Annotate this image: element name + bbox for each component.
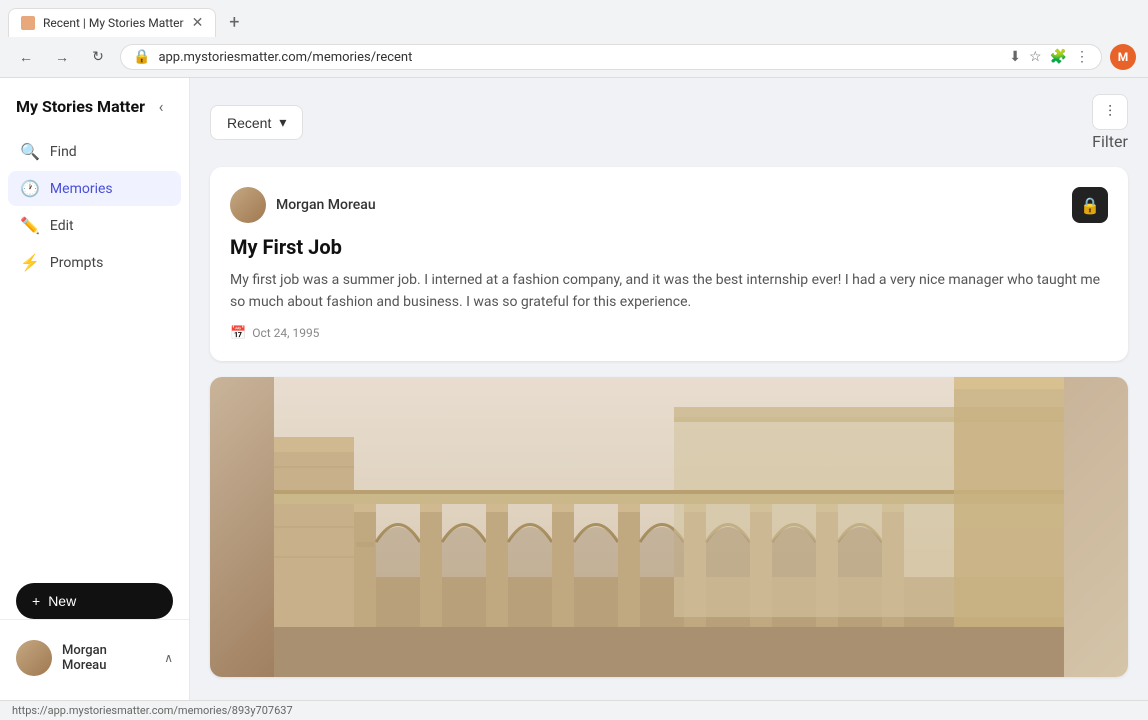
lock-secure-icon: 🔒 xyxy=(133,49,150,65)
status-url: https://app.mystoriesmatter.com/memories… xyxy=(12,704,293,717)
sidebar-title: My Stories Matter xyxy=(16,97,145,116)
new-button-plus-icon: + xyxy=(32,593,40,609)
user-name-line1: Morgan xyxy=(62,643,107,658)
filter-icon-wrapper: ⫶ xyxy=(1092,94,1128,130)
memories-icon: 🕐 xyxy=(20,179,40,198)
status-bar: https://app.mystoriesmatter.com/memories… xyxy=(0,700,1148,720)
sidebar: My Stories Matter ‹ 🔍 Find 🕐 Memories ✏️… xyxy=(0,78,190,700)
address-bar-icons: ⬇ ☆ 🧩 ⋮ xyxy=(1009,49,1089,65)
tab-close-button[interactable]: ✕ xyxy=(192,15,204,31)
lock-button[interactable]: 🔒 xyxy=(1072,187,1108,223)
author-avatar xyxy=(230,187,266,223)
browser-chrome: Recent | My Stories Matter ✕ + ← → ↻ 🔒 a… xyxy=(0,0,1148,78)
story-card-my-first-job[interactable]: Morgan Moreau 🔒 My First Job My first jo… xyxy=(210,167,1128,361)
new-button[interactable]: + New xyxy=(16,583,173,619)
app-container: My Stories Matter ‹ 🔍 Find 🕐 Memories ✏️… xyxy=(0,78,1148,700)
architecture-image xyxy=(210,377,1128,677)
user-profile[interactable]: Morgan Moreau ∧ xyxy=(12,632,177,684)
author-name: Morgan Moreau xyxy=(276,197,376,213)
address-bar[interactable]: 🔒 app.mystoriesmatter.com/memories/recen… xyxy=(120,44,1102,70)
user-avatar-image xyxy=(16,640,52,676)
sidebar-item-edit[interactable]: ✏️ Edit xyxy=(8,208,181,243)
profile-button[interactable]: M xyxy=(1110,44,1136,70)
author-avatar-image xyxy=(230,187,266,223)
tab-bar: Recent | My Stories Matter ✕ + xyxy=(0,0,1148,37)
lock-icon: 🔒 xyxy=(1080,196,1100,215)
refresh-button[interactable]: ↻ xyxy=(84,43,112,71)
sidebar-nav: 🔍 Find 🕐 Memories ✏️ Edit ⚡ Prompts xyxy=(0,134,189,567)
collapse-sidebar-button[interactable]: ‹ xyxy=(149,94,173,118)
user-name-line2: Moreau xyxy=(62,658,107,673)
filter-button[interactable]: ⫶ Filter xyxy=(1092,94,1128,151)
story-title: My First Job xyxy=(230,235,1108,259)
bookmark-icon[interactable]: ☆ xyxy=(1029,49,1042,65)
extensions-icon[interactable]: 🧩 xyxy=(1050,49,1067,65)
tab-favicon xyxy=(21,16,35,30)
settings-icon[interactable]: ⋮ xyxy=(1075,49,1089,65)
active-tab[interactable]: Recent | My Stories Matter ✕ xyxy=(8,8,216,37)
back-button[interactable]: ← xyxy=(12,43,40,71)
tab-title: Recent | My Stories Matter xyxy=(43,16,184,30)
download-icon[interactable]: ⬇ xyxy=(1009,49,1021,65)
forward-button[interactable]: → xyxy=(48,43,76,71)
sidebar-item-find-label: Find xyxy=(50,144,77,160)
dropdown-chevron-icon: ▾ xyxy=(279,114,286,131)
story-date: 📅 Oct 24, 1995 xyxy=(230,326,1108,341)
user-chevron-icon: ∧ xyxy=(164,651,173,665)
filter-label: Filter xyxy=(1092,132,1128,151)
sidebar-item-memories-label: Memories xyxy=(50,181,113,197)
user-name-block: Morgan Moreau xyxy=(62,643,107,673)
filter-bar: Recent ▾ ⫶ Filter xyxy=(210,94,1128,151)
author-info: Morgan Moreau xyxy=(230,187,376,223)
sidebar-item-prompts-label: Prompts xyxy=(50,255,103,271)
story-date-text: Oct 24, 1995 xyxy=(252,326,319,340)
new-button-wrapper: + New xyxy=(0,567,189,619)
story-body: My first job was a summer job. I interne… xyxy=(230,269,1108,314)
card-header: Morgan Moreau 🔒 xyxy=(230,187,1108,223)
new-button-label: New xyxy=(48,593,76,609)
new-tab-button[interactable]: + xyxy=(220,9,248,37)
prompts-icon: ⚡ xyxy=(20,253,40,272)
dropdown-label: Recent xyxy=(227,115,271,131)
address-bar-row: ← → ↻ 🔒 app.mystoriesmatter.com/memories… xyxy=(0,37,1148,77)
sidebar-item-prompts[interactable]: ⚡ Prompts xyxy=(8,245,181,280)
main-content: Recent ▾ ⫶ Filter Morgan Moreau xyxy=(190,78,1148,700)
recent-dropdown[interactable]: Recent ▾ xyxy=(210,105,303,140)
find-icon: 🔍 xyxy=(20,142,40,161)
arch-svg xyxy=(210,377,1128,677)
sidebar-item-memories[interactable]: 🕐 Memories xyxy=(8,171,181,206)
sidebar-item-edit-label: Edit xyxy=(50,218,74,234)
sidebar-header: My Stories Matter ‹ xyxy=(0,94,189,134)
sidebar-item-find[interactable]: 🔍 Find xyxy=(8,134,181,169)
sidebar-footer: Morgan Moreau ∧ xyxy=(0,619,189,684)
image-card-architecture[interactable] xyxy=(210,377,1128,677)
filter-lines-icon: ⫶ xyxy=(1108,102,1112,122)
url-text: app.mystoriesmatter.com/memories/recent xyxy=(158,50,1001,65)
edit-icon: ✏️ xyxy=(20,216,40,235)
calendar-icon: 📅 xyxy=(230,326,246,341)
user-avatar xyxy=(16,640,52,676)
